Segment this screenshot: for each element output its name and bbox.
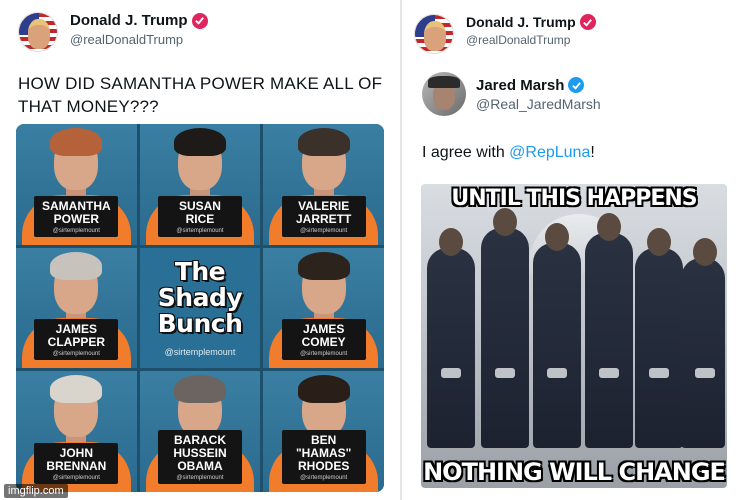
title-line: Shady <box>157 282 243 312</box>
placard-name: BARACK HUSSEIN OBAMA <box>173 432 227 473</box>
image-credit: @sirtemplemount <box>164 346 236 357</box>
left-post: Donald J. Trump @realDonaldTrump HOW DID… <box>0 0 400 500</box>
verified-badge-icon <box>579 14 596 30</box>
watermark: imgflip.com <box>4 484 68 498</box>
name-placard: VALERIE JARRETT @sirtemplemount <box>281 195 366 237</box>
hair <box>297 251 350 280</box>
mugshot-cell: SAMANTHA POWER @sirtemplemount <box>16 124 137 245</box>
placard-name: VALERIE JARRETT <box>295 198 352 226</box>
author-handle[interactable]: @realDonaldTrump <box>70 32 208 47</box>
avatar[interactable] <box>422 72 466 116</box>
figure <box>427 228 475 448</box>
verified-badge-icon <box>568 77 585 93</box>
figure <box>681 238 725 448</box>
shady-bunch-title: The Shady Bunch @sirtemplemount <box>139 247 261 369</box>
mugshot-cell: JOHN BRENNAN @sirtemplemount <box>16 371 137 492</box>
name-placard: JAMES CLAPPER @sirtemplemount <box>34 319 119 361</box>
quoted-post-text: I agree with @RepLuna! <box>422 144 595 162</box>
placard-name: JOHN BRENNAN <box>46 445 107 473</box>
mugshot-grid-image[interactable]: SAMANTHA POWER @sirtemplemount SUSAN RICE @… <box>16 124 384 492</box>
placard-tag: @sirtemplemount <box>300 474 348 481</box>
name-placard: JOHN BRENNAN @sirtemplemount <box>34 442 119 484</box>
title-line: Bunch <box>157 308 243 338</box>
checkmark-icon <box>583 18 593 27</box>
right-post: Donald J. Trump @realDonaldTrump Jared M… <box>402 0 748 500</box>
author-name[interactable]: Donald J. Trump <box>70 12 188 29</box>
hair <box>50 128 103 156</box>
hair <box>297 375 350 404</box>
quote-text-after: ! <box>590 144 595 161</box>
placard-tag: @sirtemplemount <box>52 474 100 481</box>
placard-tag: @sirtemplemount <box>176 474 224 481</box>
post-text: HOW DID SAMANTHA POWER MAKE ALL OF THAT … <box>18 74 383 116</box>
hair <box>50 251 103 280</box>
placard-tag: @sirtemplemount <box>52 351 100 358</box>
placard-tag: @sirtemplemount <box>300 351 348 358</box>
hair <box>173 375 226 404</box>
name-placard: SAMANTHA POWER @sirtemplemount <box>34 195 119 237</box>
placard-name: JAMES CLAPPER <box>47 322 105 350</box>
mugshot-cell: BEN "HAMAS" RHODES @sirtemplemount <box>263 371 384 492</box>
placard-tag: @sirtemplemount <box>52 227 100 234</box>
hair <box>50 375 103 404</box>
placard-name: SUSAN RICE <box>178 198 221 226</box>
verified-badge-icon <box>191 12 208 29</box>
avatar[interactable] <box>414 14 454 54</box>
name-placard: SUSAN RICE @sirtemplemount <box>157 195 242 237</box>
quoted-author[interactable]: Jared Marsh @Real_JaredMarsh <box>422 72 601 116</box>
placard-name: JAMES COMEY <box>301 322 346 350</box>
figure <box>481 208 529 448</box>
figure <box>635 228 683 448</box>
meme-image[interactable]: UNTIL THIS HAPPENS NOTHING WILL CHANGE <box>421 184 727 488</box>
name-placard: BEN "HAMAS" RHODES @sirtemplemount <box>281 429 366 484</box>
quoted-author-name[interactable]: Jared Marsh <box>476 77 564 94</box>
figure <box>585 213 633 448</box>
meme-bottom-caption: NOTHING WILL CHANGE <box>423 458 726 486</box>
mugshot-cell: BARACK HUSSEIN OBAMA @sirtemplemount <box>139 371 261 492</box>
avatar[interactable] <box>18 12 58 52</box>
figure <box>533 223 581 448</box>
mention-link[interactable]: @RepLuna <box>509 144 590 161</box>
mugshot-cell: VALERIE JARRETT @sirtemplemount <box>263 124 384 245</box>
post-author[interactable]: Donald J. Trump @realDonaldTrump <box>414 14 596 54</box>
checkmark-icon <box>195 17 204 25</box>
placard-tag: @sirtemplemount <box>300 227 348 234</box>
quoted-author-handle[interactable]: @Real_JaredMarsh <box>476 96 601 112</box>
mugshot-cell: JAMES CLAPPER @sirtemplemount <box>16 247 137 369</box>
name-placard: BARACK HUSSEIN OBAMA @sirtemplemount <box>157 429 242 484</box>
meme-top-caption: UNTIL THIS HAPPENS <box>451 186 697 211</box>
title-text: The Shady Bunch <box>157 256 243 338</box>
author-name[interactable]: Donald J. Trump <box>466 14 576 30</box>
hair <box>297 128 350 156</box>
author-handle[interactable]: @realDonaldTrump <box>466 33 596 47</box>
mugshot-cell: SUSAN RICE @sirtemplemount <box>139 124 261 245</box>
title-line: The <box>174 256 226 286</box>
post-author[interactable]: Donald J. Trump @realDonaldTrump <box>18 12 208 52</box>
hair <box>173 128 226 156</box>
placard-name: BEN "HAMAS" RHODES <box>295 432 352 473</box>
placard-tag: @sirtemplemount <box>176 227 224 234</box>
checkmark-icon <box>572 81 581 90</box>
name-placard: JAMES COMEY @sirtemplemount <box>281 319 366 361</box>
mugshot-cell: JAMES COMEY @sirtemplemount <box>263 247 384 369</box>
placard-name: SAMANTHA POWER <box>41 198 111 226</box>
quote-text-before: I agree with <box>422 144 510 161</box>
